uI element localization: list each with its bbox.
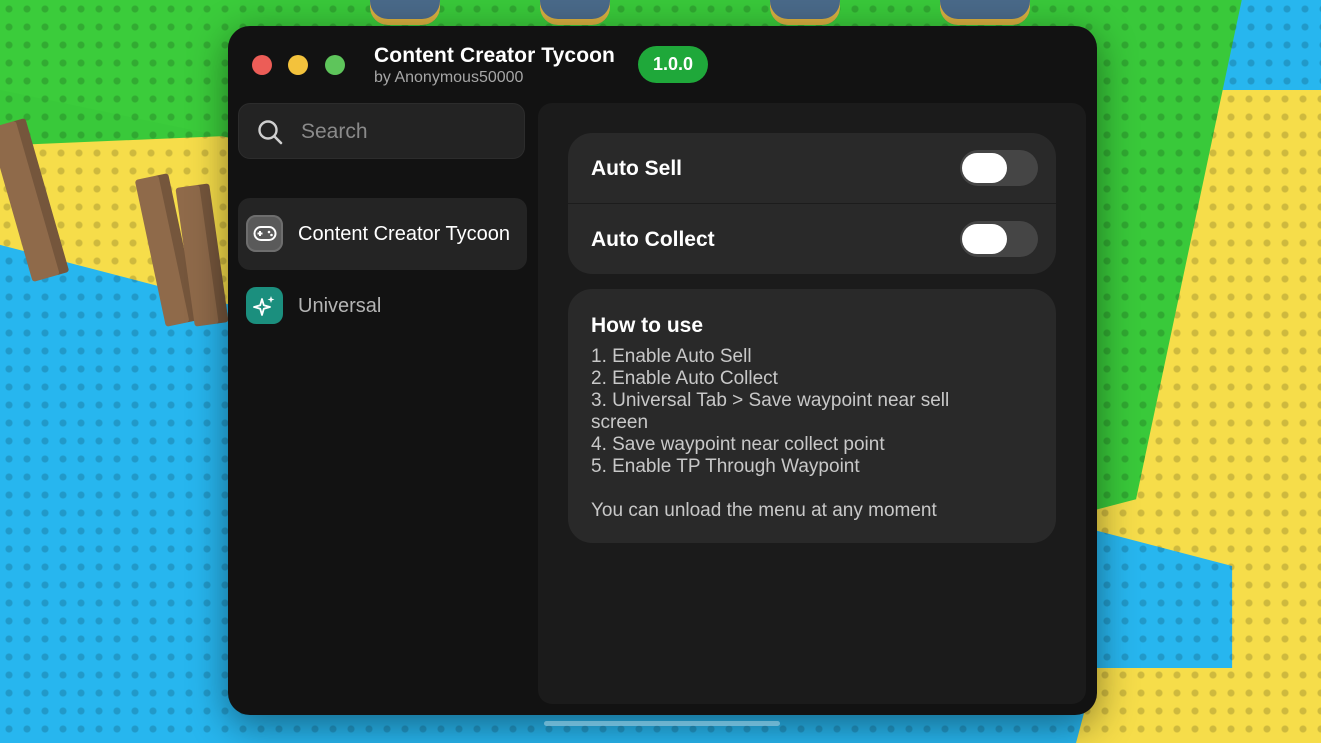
gamepad-icon — [246, 215, 283, 252]
auto-collect-label: Auto Collect — [591, 228, 715, 251]
auto-collect-row[interactable]: Auto Collect — [568, 204, 1056, 274]
title-bar[interactable]: Content Creator Tycoon by Anonymous50000… — [228, 26, 1097, 104]
how-to-use-card: How to use 1. Enable Auto Sell 2. Enable… — [568, 289, 1056, 543]
search-icon — [258, 120, 283, 145]
window-title: Content Creator Tycoon — [374, 44, 615, 67]
toggles-card: Auto Sell Auto Collect — [568, 133, 1056, 274]
how-to-step: 5. Enable TP Through Waypoint — [591, 456, 860, 477]
sidebar-item-label: Content Creator Tycoon — [298, 223, 510, 245]
character-model — [770, 0, 840, 25]
character-model — [540, 0, 610, 25]
close-window-button[interactable] — [252, 55, 272, 75]
sidebar-item-label: Universal — [298, 295, 382, 317]
auto-sell-label: Auto Sell — [591, 157, 683, 180]
maximize-window-button[interactable] — [325, 55, 345, 75]
search-box[interactable] — [238, 103, 525, 159]
sparkles-icon — [246, 287, 283, 324]
sidebar-item-content-creator-tycoon[interactable]: Content Creator Tycoon — [238, 198, 527, 270]
content-panel: Auto Sell Auto Collect How to use 1. Ena… — [538, 103, 1086, 704]
how-to-use-title: How to use — [591, 314, 704, 337]
character-model — [940, 0, 1030, 25]
auto-sell-toggle[interactable] — [960, 150, 1038, 186]
toggle-knob — [962, 224, 1007, 254]
sidebar: Content Creator Tycoon Universal — [238, 103, 527, 703]
how-to-step: 2. Enable Auto Collect — [591, 368, 778, 389]
how-to-step: 3. Universal Tab > Save waypoint near se… — [591, 390, 950, 433]
drag-handle[interactable] — [544, 721, 780, 726]
script-menu-window: Content Creator Tycoon by Anonymous50000… — [228, 26, 1097, 715]
how-to-step: 1. Enable Auto Sell — [591, 346, 752, 367]
title-block: Content Creator Tycoon by Anonymous50000 — [374, 43, 615, 87]
character-model — [370, 0, 440, 25]
search-input[interactable] — [299, 116, 513, 148]
auto-collect-toggle[interactable] — [960, 221, 1038, 257]
how-to-use-steps: 1. Enable Auto Sell 2. Enable Auto Colle… — [591, 346, 1011, 478]
version-badge: 1.0.0 — [638, 46, 709, 83]
how-to-step: 4. Save waypoint near collect point — [591, 434, 885, 455]
toggle-knob — [962, 153, 1007, 183]
minimize-window-button[interactable] — [288, 55, 308, 75]
window-author: by Anonymous50000 — [374, 69, 524, 86]
sidebar-item-universal[interactable]: Universal — [238, 270, 527, 342]
auto-sell-row[interactable]: Auto Sell — [568, 133, 1056, 204]
how-to-use-note: You can unload the menu at any moment — [591, 500, 937, 521]
